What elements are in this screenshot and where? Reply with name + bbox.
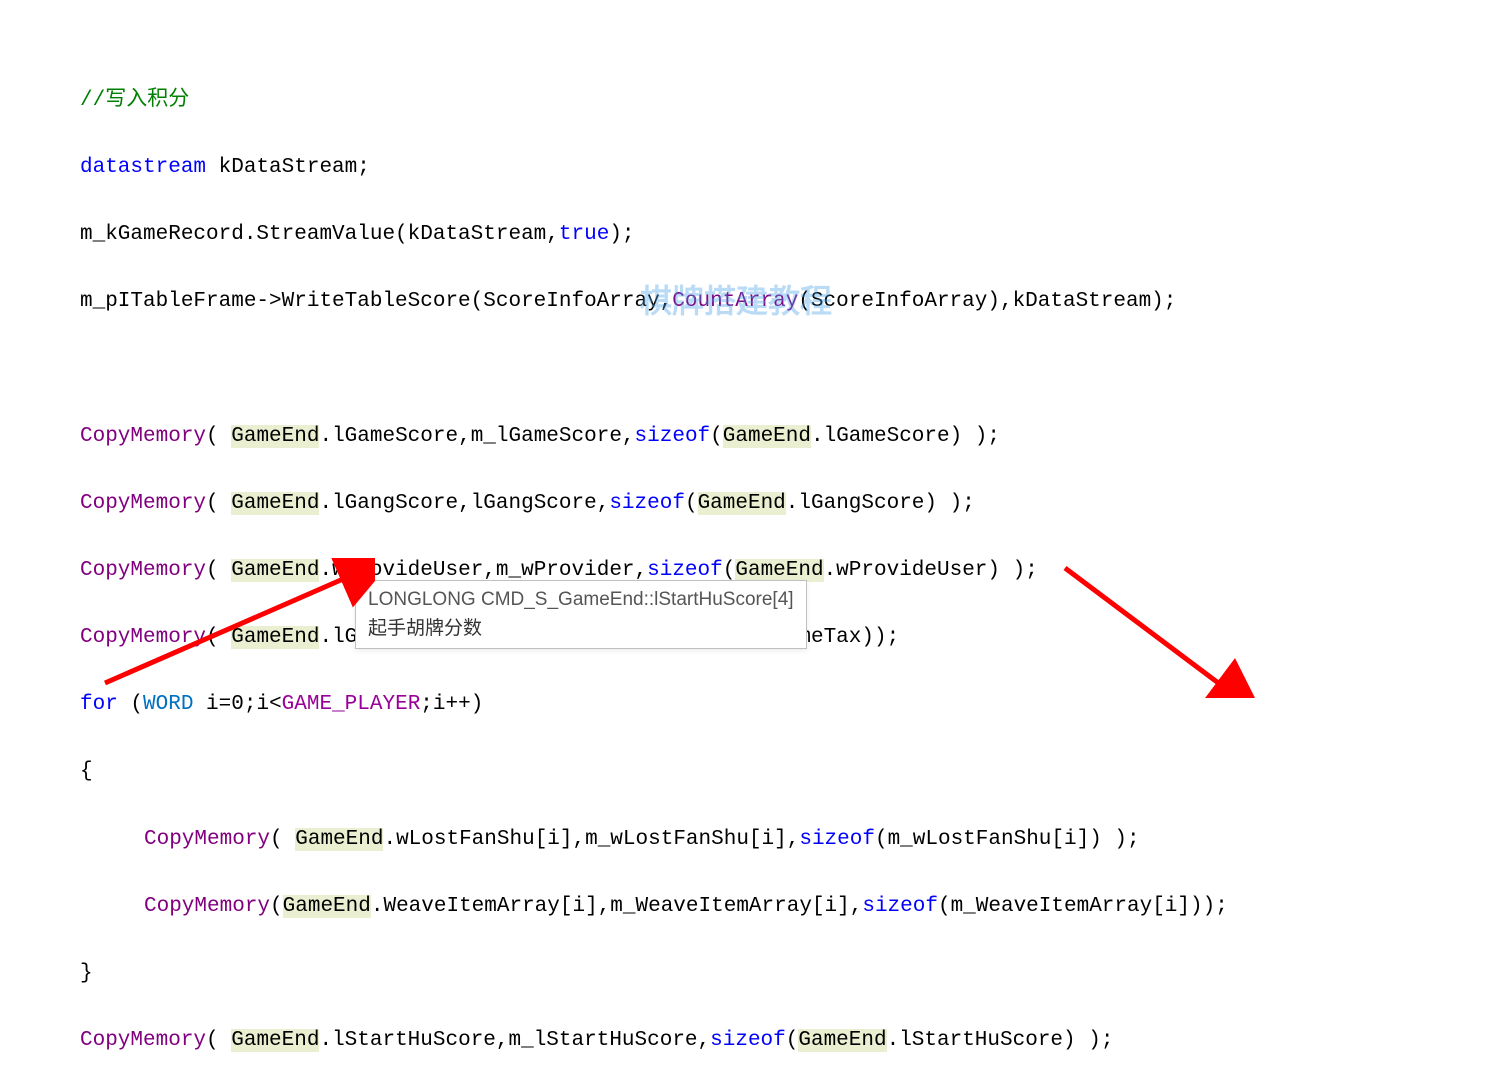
hl-gameend: GameEnd [231, 425, 319, 448]
comment-line: //写入积分 [80, 89, 189, 112]
brace-close: } [80, 962, 93, 985]
hl-gameend: GameEnd [798, 1029, 886, 1052]
code-text: ( [206, 1029, 231, 1052]
code-text: ( [723, 559, 736, 582]
code-text: (ScoreInfoArray),kDataStream); [798, 290, 1176, 313]
code-text: (m_WeaveItemArray[i])); [938, 895, 1228, 918]
code-text: .lGameScore,m_lGameScore, [319, 425, 634, 448]
keyword-sizeof: sizeof [647, 559, 723, 582]
hl-gameend: GameEnd [735, 559, 823, 582]
code-text: .lStartHuScore) ); [887, 1029, 1114, 1052]
code-text: m_pITableFrame->WriteTableScore(ScoreInf… [80, 290, 672, 313]
code-text: i=0;i< [193, 693, 281, 716]
code-text: ( [270, 828, 295, 851]
func-copymemory: CopyMemory [80, 1029, 206, 1052]
keyword-datastream: datastream [80, 156, 206, 179]
code-text: .wProvideUser,m_wProvider, [319, 559, 647, 582]
code-text: ( [118, 693, 143, 716]
code-text: ;i++) [420, 693, 483, 716]
hl-gameend: GameEnd [723, 425, 811, 448]
tooltip-description: 起手胡牌分数 [368, 615, 794, 644]
keyword-sizeof: sizeof [635, 425, 711, 448]
hl-gameend: GameEnd [295, 828, 383, 851]
code-text: .wProvideUser) ); [824, 559, 1038, 582]
code-text: ( [270, 895, 283, 918]
code-text: ( [710, 425, 723, 448]
keyword-sizeof: sizeof [710, 1029, 786, 1052]
code-text: ( [206, 492, 231, 515]
code-text: .lGangScore) ); [786, 492, 975, 515]
func-copymemory: CopyMemory [144, 895, 270, 918]
func-copymemory: CopyMemory [80, 559, 206, 582]
func-copymemory: CopyMemory [80, 492, 206, 515]
hl-gameend: GameEnd [698, 492, 786, 515]
code-text: .wLostFanShu[i],m_wLostFanShu[i], [383, 828, 799, 851]
intellisense-tooltip: LONGLONG CMD_S_GameEnd::lStartHuScore[4]… [355, 580, 807, 649]
macro-gameplayer: GAME_PLAYER [282, 693, 421, 716]
code-text: .lGangScore,lGangScore, [319, 492, 609, 515]
code-text: ( [206, 425, 231, 448]
code-text: ( [206, 626, 231, 649]
code-text: ( [685, 492, 698, 515]
code-text: ( [206, 559, 231, 582]
code-block: //写入积分 datastream kDataStream; m_kGameRe… [0, 0, 1500, 1091]
keyword-for: for [80, 693, 118, 716]
keyword-true: true [559, 223, 609, 246]
hl-gameend: GameEnd [231, 492, 319, 515]
func-copymemory: CopyMemory [80, 626, 206, 649]
code-text: .lStartHuScore,m_lStartHuScore, [319, 1029, 710, 1052]
keyword-sizeof: sizeof [862, 895, 938, 918]
code-text: kDataStream; [206, 156, 370, 179]
func-copymemory: CopyMemory [144, 828, 270, 851]
tooltip-signature: LONGLONG CMD_S_GameEnd::lStartHuScore[4] [368, 586, 794, 615]
brace-open: { [80, 760, 93, 783]
code-text: ( [786, 1029, 799, 1052]
hl-gameend: GameEnd [231, 626, 319, 649]
func-countarray: CountArray [672, 290, 798, 313]
code-text: m_kGameRecord.StreamValue(kDataStream, [80, 223, 559, 246]
keyword-sizeof: sizeof [609, 492, 685, 515]
hl-gameend: GameEnd [283, 895, 371, 918]
hl-gameend: GameEnd [231, 1029, 319, 1052]
func-copymemory: CopyMemory [80, 425, 206, 448]
code-text: (m_wLostFanShu[i]) ); [875, 828, 1140, 851]
code-text: .WeaveItemArray[i],m_WeaveItemArray[i], [371, 895, 862, 918]
code-text: .lGameScore) ); [811, 425, 1000, 448]
type-word: WORD [143, 693, 193, 716]
code-text: ); [609, 223, 634, 246]
hl-gameend: GameEnd [231, 559, 319, 582]
keyword-sizeof: sizeof [799, 828, 875, 851]
